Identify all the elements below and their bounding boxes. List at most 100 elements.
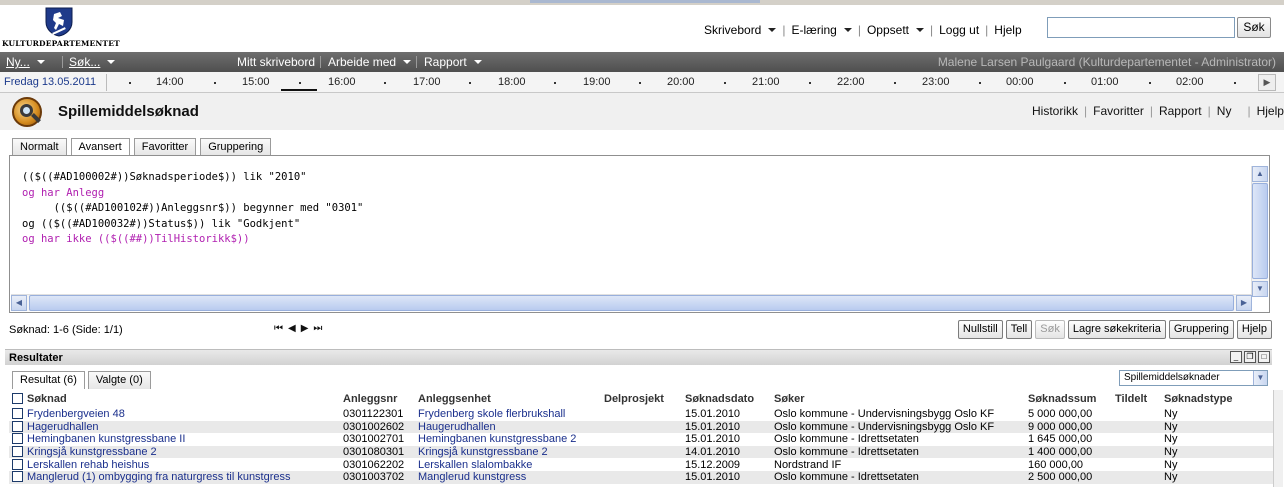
nav-help[interactable]: Hjelp: [994, 23, 1021, 37]
chevron-down-icon[interactable]: ▼: [1253, 371, 1267, 385]
last-page-icon[interactable]: ⏭: [313, 323, 322, 334]
row-checkbox[interactable]: [12, 446, 23, 458]
menu-my-desk[interactable]: Mitt skrivebord: [237, 55, 315, 69]
save-criteria-button[interactable]: Lagre søkekriteria: [1067, 320, 1166, 339]
row-checkbox[interactable]: [12, 471, 23, 483]
anleggsenhet-link[interactable]: Frydenberg skole flerbrukshall: [418, 408, 565, 420]
table-row[interactable]: Hemingbanen kunstgressbane II 0301002701…: [9, 433, 1273, 446]
action-favorites[interactable]: Favoritter: [1093, 104, 1144, 118]
nav-skrivebord[interactable]: Skrivebord: [704, 23, 777, 37]
row-checkbox[interactable]: [12, 420, 23, 432]
table-row[interactable]: Manglerud (1) ombygging fra naturgress t…: [9, 470, 1273, 484]
anleggsenhet-link[interactable]: Manglerud kunstgress: [418, 471, 526, 483]
reset-button[interactable]: Nullstill: [957, 320, 1003, 339]
tab-gruppering[interactable]: Gruppering: [200, 138, 272, 155]
anleggsenhet-link[interactable]: Hemingbanen kunstgressbane 2: [418, 433, 576, 445]
restore-icon[interactable]: ❐: [1244, 351, 1256, 363]
vertical-scrollbar[interactable]: ▲ ▼: [1251, 166, 1268, 297]
timeline-hour[interactable]: 20:00: [667, 76, 695, 88]
scroll-left-button[interactable]: ◀: [11, 295, 27, 311]
column-header-soknadstype[interactable]: Søknadstype: [1161, 390, 1273, 408]
table-row[interactable]: Frydenbergveien 48 0301122301 Frydenberg…: [9, 408, 1273, 421]
column-header-soknad[interactable]: Søknad: [9, 390, 340, 408]
tab-normalt[interactable]: Normalt: [12, 138, 67, 155]
anleggsenhet-link[interactable]: Lerskallen slalombakke: [418, 459, 532, 471]
select-all-checkbox[interactable]: [12, 393, 23, 404]
anleggsenhet-link[interactable]: Kringsjå kunstgressbane 2: [418, 446, 548, 458]
menu-report[interactable]: Rapport: [424, 55, 482, 69]
tab-results[interactable]: Resultat (6): [12, 371, 85, 389]
horizontal-scrollbar[interactable]: ◀ ▶: [11, 294, 1252, 311]
column-header-soknadsdato[interactable]: Søknadsdato: [682, 390, 771, 408]
cell-anleggsenhet: Frydenberg skole flerbrukshall: [415, 408, 601, 421]
nav-elaering[interactable]: E-læring: [791, 23, 852, 37]
column-header-soker[interactable]: Søker: [771, 390, 1025, 408]
soknad-link[interactable]: Hagerudhallen: [27, 421, 99, 433]
menu-new[interactable]: Ny...: [6, 55, 45, 69]
row-checkbox[interactable]: [12, 408, 23, 420]
table-row[interactable]: Hagerudhallen 0301002602 Haugerudhallen …: [9, 420, 1273, 434]
results-scrollbar[interactable]: [1273, 390, 1283, 487]
first-page-icon[interactable]: ⏮: [274, 323, 283, 334]
row-checkbox[interactable]: [12, 433, 23, 445]
column-header-tildelt[interactable]: Tildelt: [1112, 390, 1161, 408]
timeline-hour[interactable]: 00:00: [1006, 76, 1034, 88]
search-submit-button[interactable]: Søk: [1035, 320, 1065, 339]
search-input[interactable]: [1047, 17, 1235, 38]
soknad-link[interactable]: Hemingbanen kunstgressbane II: [27, 433, 185, 445]
search-button[interactable]: Søk: [1237, 17, 1271, 38]
timeline-hour[interactable]: 19:00: [583, 76, 611, 88]
timeline-hour[interactable]: 15:00: [242, 76, 270, 88]
tab-favoritter[interactable]: Favoritter: [133, 138, 197, 155]
menu-work[interactable]: Arbeide med: [328, 55, 412, 69]
column-header-delprosjekt[interactable]: Delprosjekt: [601, 390, 682, 408]
action-help[interactable]: Hjelp: [1257, 104, 1284, 118]
table-row[interactable]: Kringsjå kunstgressbane 2 0301080301 Kri…: [9, 445, 1273, 459]
timeline-hour[interactable]: 01:00: [1091, 76, 1119, 88]
soknad-link[interactable]: Frydenbergveien 48: [27, 408, 125, 420]
timeline-hour[interactable]: 16:00: [328, 76, 356, 88]
timeline-hour[interactable]: 22:00: [837, 76, 865, 88]
soknad-link[interactable]: Manglerud (1) ombygging fra naturgress t…: [27, 471, 291, 483]
count-button[interactable]: Tell: [1005, 320, 1033, 339]
maximize-icon[interactable]: □: [1258, 351, 1270, 363]
scroll-up-button[interactable]: ▲: [1252, 166, 1268, 182]
tab-selected[interactable]: Valgte (0): [87, 371, 151, 389]
action-history[interactable]: Historikk: [1032, 104, 1078, 118]
separator: |: [930, 23, 934, 37]
query-text[interactable]: (($((#AD100002#))Søknadsperiode$)) lik "…: [22, 170, 363, 248]
action-report[interactable]: Rapport: [1159, 104, 1202, 118]
column-header-anleggsnr[interactable]: Anleggsnr: [340, 390, 415, 408]
tab-avansert[interactable]: Avansert: [70, 138, 130, 156]
column-header-soknadssum[interactable]: Søknadssum: [1025, 390, 1112, 408]
table-row[interactable]: Lerskallen rehab heishus 0301062202 Lers…: [9, 458, 1273, 471]
prev-page-icon[interactable]: ◀: [288, 323, 296, 334]
scroll-thumb[interactable]: [29, 295, 1234, 311]
scroll-down-button[interactable]: ▼: [1252, 281, 1268, 297]
scroll-right-button[interactable]: ▶: [1236, 295, 1252, 311]
action-new[interactable]: Ny: [1217, 104, 1232, 118]
query-editor[interactable]: (($((#AD100002#))Søknadsperiode$)) lik "…: [9, 155, 1270, 313]
row-checkbox[interactable]: [12, 458, 23, 470]
minimize-icon[interactable]: _: [1230, 351, 1242, 363]
timeline-hour[interactable]: 14:00: [156, 76, 184, 88]
timeline-hour[interactable]: 23:00: [922, 76, 950, 88]
timeline-hour[interactable]: 17:00: [413, 76, 441, 88]
next-page-icon[interactable]: ▶: [301, 323, 309, 334]
nav-logout[interactable]: Logg ut: [939, 23, 979, 37]
column-header-anleggsenhet[interactable]: Anleggsenhet: [415, 390, 601, 408]
soknad-link[interactable]: Kringsjå kunstgressbane 2: [27, 446, 157, 458]
timeline-hour[interactable]: 18:00: [498, 76, 526, 88]
menu-search[interactable]: Søk...: [69, 55, 116, 69]
result-type-select[interactable]: Spillemiddelsøknader ▼: [1119, 370, 1268, 386]
soknad-link[interactable]: Lerskallen rehab heishus: [27, 459, 149, 471]
timeline-date[interactable]: Fredag 13.05.2011: [4, 76, 96, 88]
timeline-hour[interactable]: 02:00: [1176, 76, 1204, 88]
grouping-button[interactable]: Gruppering: [1168, 320, 1234, 339]
anleggsenhet-link[interactable]: Haugerudhallen: [418, 421, 496, 433]
timeline-scroll-right-button[interactable]: ▶: [1258, 74, 1276, 91]
nav-oppsett[interactable]: Oppsett: [867, 23, 924, 37]
timeline-hour[interactable]: 21:00: [752, 76, 780, 88]
help-button[interactable]: Hjelp: [1236, 320, 1272, 339]
scroll-thumb[interactable]: [1252, 183, 1268, 279]
